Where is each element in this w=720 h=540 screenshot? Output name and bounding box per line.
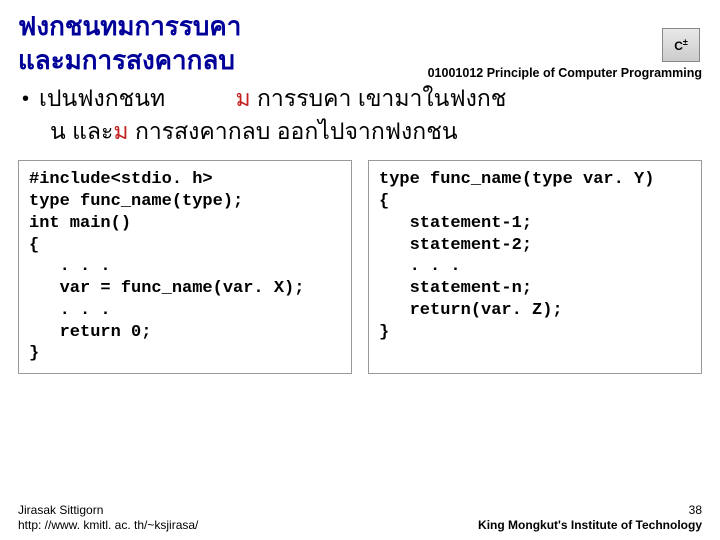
- footer: Jirasak Sittigorn http: //www. kmitl. ac…: [18, 503, 702, 534]
- code-box-left: #include<stdio. h> type func_name(type);…: [18, 160, 352, 374]
- code-row: #include<stdio. h> type func_name(type);…: [18, 160, 702, 374]
- bullet-red-2: ม: [113, 118, 128, 144]
- bullet-dot-icon: •: [22, 88, 29, 110]
- page-number: 38: [478, 503, 702, 519]
- bullet-indent: น และม การสงคากลบ ออกไปจากฟงกชน: [50, 115, 458, 148]
- footer-url: http: //www. kmitl. ac. th/~ksjirasa/: [18, 518, 198, 534]
- footer-institute: King Mongkut's Institute of Technology: [478, 518, 702, 532]
- code-box-right: type func_name(type var. Y) { statement-…: [368, 160, 702, 374]
- slide: C 01001012 Principle of Computer Program…: [0, 0, 720, 540]
- bullet-red-1: ม: [235, 85, 250, 111]
- footer-right: 38 King Mongkut's Institute of Technolog…: [478, 503, 702, 534]
- bullet-text-2: การรบคา เขามาในฟงกช: [251, 85, 507, 111]
- logo-icon: C: [662, 28, 700, 62]
- bullet-text-1: เปนฟงกชนท: [39, 85, 165, 111]
- title-line1: ฟงกชนทมการรบคา: [18, 10, 702, 44]
- footer-author: Jirasak Sittigorn: [18, 503, 198, 519]
- bullet-text-3: น และ: [50, 118, 113, 144]
- bullet-list: • เปนฟงกชนท ม การรบคา เขามาในฟงกช น และม …: [22, 82, 702, 149]
- bullet-text-4: การสงคากลบ ออกไปจากฟงกชน: [129, 118, 458, 144]
- footer-left: Jirasak Sittigorn http: //www. kmitl. ac…: [18, 503, 198, 534]
- course-code: 01001012 Principle of Computer Programmi…: [428, 66, 702, 80]
